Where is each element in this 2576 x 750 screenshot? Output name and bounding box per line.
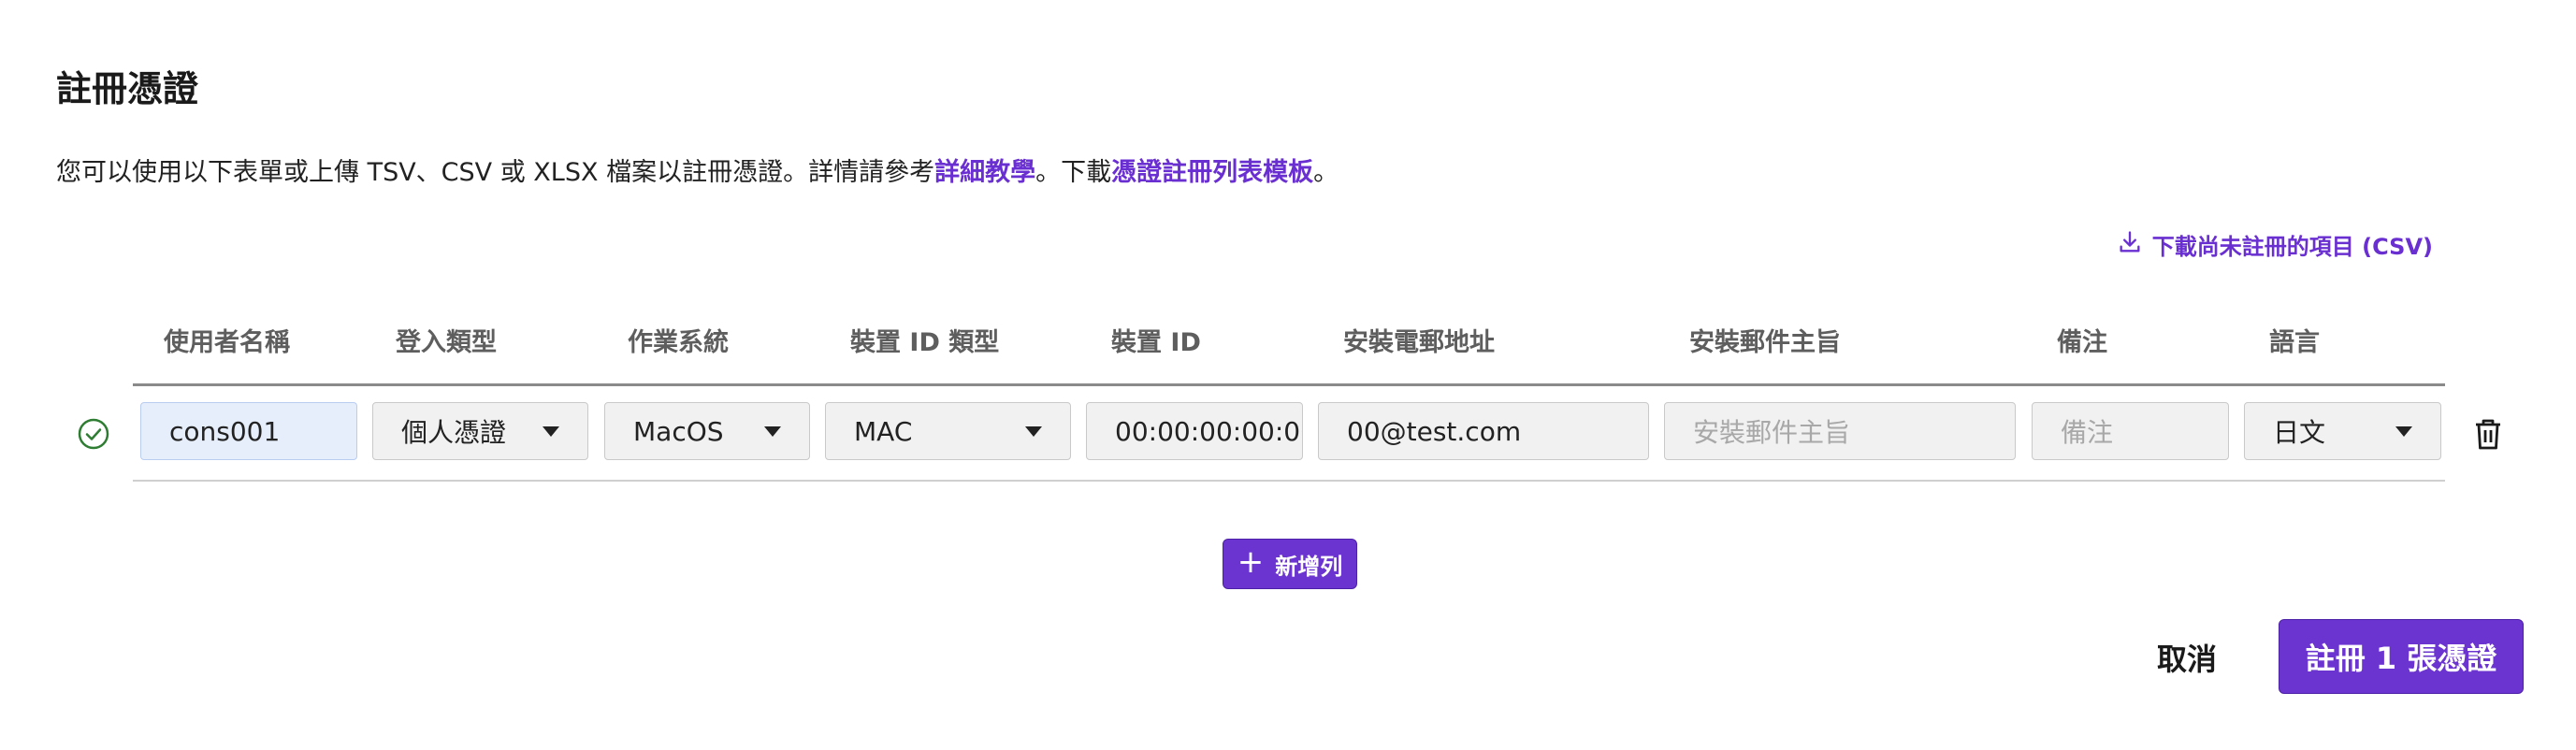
install-subject-input[interactable]: 安裝郵件主旨 xyxy=(1664,402,2016,460)
download-icon xyxy=(2117,229,2143,261)
registration-table: 使用者名稱 登入類型 作業系統 裝置 ID 類型 裝置 ID 安裝電郵地址 安裝… xyxy=(133,318,2445,482)
os-select[interactable]: MacOS xyxy=(604,402,810,460)
login-type-select[interactable]: 個人憑證 xyxy=(372,402,588,460)
header-install-subject: 安裝郵件主旨 xyxy=(1689,328,1841,357)
header-install-email: 安裝電郵地址 xyxy=(1343,328,1495,357)
trash-icon[interactable] xyxy=(2469,415,2507,453)
add-row-label: 新增列 xyxy=(1275,553,1343,580)
header-username: 使用者名稱 xyxy=(164,328,290,357)
device-id-type-select[interactable]: MAC xyxy=(825,402,1071,460)
caret-down-icon xyxy=(1025,425,1042,437)
os-value: MacOS xyxy=(633,415,724,447)
download-unregistered-link[interactable]: 下載尚未註冊的項目 (CSV) xyxy=(2117,228,2433,261)
header-note: 備注 xyxy=(2057,328,2107,357)
description-prefix: 您可以使用以下表單或上傳 TSV、CSV 或 XLSX 檔案以註冊憑證。詳情請參… xyxy=(56,158,935,187)
caret-down-icon xyxy=(764,425,781,437)
header-login-type: 登入類型 xyxy=(396,328,497,357)
download-unregistered-label: 下載尚未註冊的項目 (CSV) xyxy=(2151,234,2433,260)
template-download-link[interactable]: 憑證註冊列表模板 xyxy=(1111,158,1313,187)
plus-icon: + xyxy=(1237,543,1265,581)
description-middle: 。下載 xyxy=(1035,158,1112,187)
language-select[interactable]: 日文 xyxy=(2244,402,2441,460)
header-os: 作業系統 xyxy=(628,328,729,357)
table-row: cons001 個人憑證 MacOS MAC 00:00:00:00:00:00… xyxy=(133,386,2445,482)
cancel-button[interactable]: 取消 xyxy=(2157,636,2217,679)
note-input[interactable]: 備注 xyxy=(2032,402,2229,460)
username-input[interactable]: cons001 xyxy=(140,402,357,460)
login-type-value: 個人憑證 xyxy=(401,417,507,448)
device-id-type-value: MAC xyxy=(854,415,913,447)
install-email-input[interactable]: 00@test.com xyxy=(1318,402,1649,460)
header-device-id-type: 裝置 ID 類型 xyxy=(850,328,1000,357)
check-circle-icon xyxy=(77,417,110,451)
description-suffix: 。 xyxy=(1313,158,1339,187)
dialog-description: 您可以使用以下表單或上傳 TSV、CSV 或 XLSX 檔案以註冊憑證。詳情請參… xyxy=(56,151,1339,188)
header-device-id: 裝置 ID xyxy=(1111,328,1201,357)
caret-down-icon xyxy=(543,425,559,437)
register-button[interactable]: 註冊 1 張憑證 xyxy=(2279,619,2524,694)
language-value: 日文 xyxy=(2273,417,2326,448)
add-row-button[interactable]: + 新增列 xyxy=(1223,539,1357,589)
device-id-input[interactable]: 00:00:00:00:00:00 xyxy=(1086,402,1303,460)
header-language: 語言 xyxy=(2269,328,2320,357)
tutorial-link[interactable]: 詳細教學 xyxy=(934,158,1035,187)
dialog-title: 註冊憑證 xyxy=(56,68,199,109)
caret-down-icon xyxy=(2395,425,2412,437)
table-header-row: 使用者名稱 登入類型 作業系統 裝置 ID 類型 裝置 ID 安裝電郵地址 安裝… xyxy=(133,318,2445,386)
